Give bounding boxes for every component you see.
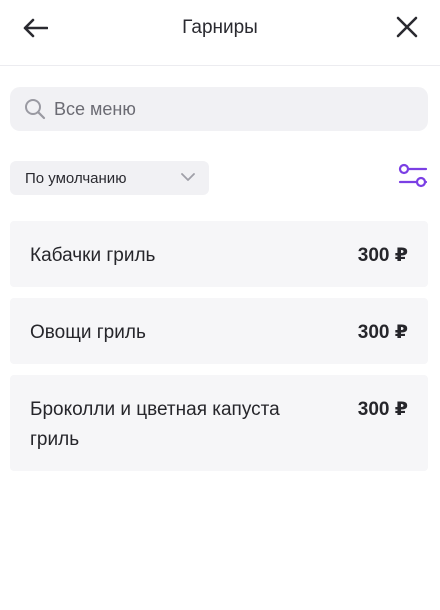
menu-item-name: Овощи гриль bbox=[30, 322, 146, 343]
menu-item-name: Броколли и цветная капуста гриль bbox=[30, 399, 280, 450]
top-bar: Гарниры bbox=[0, 0, 440, 66]
menu-item-name: Кабачки гриль bbox=[30, 245, 156, 266]
menu-item-price: 300 ₽ bbox=[357, 322, 408, 343]
sort-dropdown[interactable]: По умолчанию bbox=[10, 161, 209, 195]
menu-item-price: 300 ₽ bbox=[357, 399, 408, 420]
search-icon bbox=[24, 98, 46, 120]
page-title: Гарниры bbox=[182, 17, 258, 38]
filter-button[interactable] bbox=[396, 161, 430, 191]
menu-item[interactable]: Овощи гриль 300 ₽ bbox=[10, 298, 428, 364]
sort-selected-value: По умолчанию bbox=[25, 169, 127, 187]
menu-item[interactable]: Броколли и цветная капуста гриль 300 ₽ bbox=[10, 375, 428, 471]
close-icon bbox=[396, 16, 418, 38]
chevron-down-icon bbox=[181, 173, 195, 181]
close-button[interactable] bbox=[392, 12, 422, 42]
search-input[interactable] bbox=[54, 98, 394, 120]
filter-sliders-icon bbox=[398, 163, 428, 188]
menu-item[interactable]: Кабачки гриль 300 ₽ bbox=[10, 221, 428, 287]
search-box[interactable] bbox=[10, 87, 428, 131]
menu-item-price: 300 ₽ bbox=[357, 245, 408, 266]
